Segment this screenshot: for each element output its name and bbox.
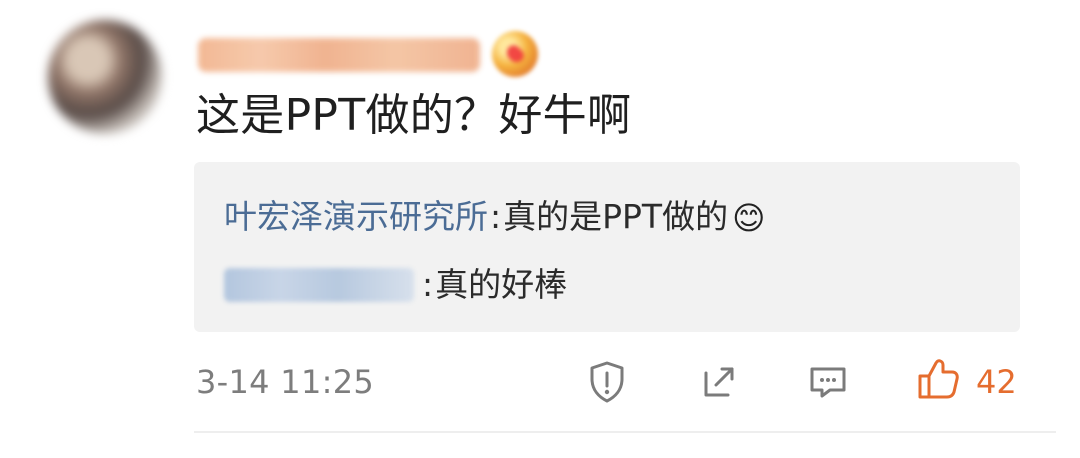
reply-author-link[interactable]: 叶宏泽演示研究所 xyxy=(224,197,488,236)
bottom-divider xyxy=(194,431,1056,433)
reply-line-1: 叶宏泽演示研究所:真的是PPT做的 😊 xyxy=(224,196,765,238)
like-count: 42 xyxy=(976,363,1017,401)
reply-box: 叶宏泽演示研究所:真的是PPT做的 😊 :真的好棒 xyxy=(194,162,1020,332)
comment-text: 这是PPT做的？好牛啊 xyxy=(196,90,632,141)
timestamp: 3-14 11:25 xyxy=(196,363,375,401)
reply-text: 真的是PPT做的 xyxy=(503,197,729,236)
reply-separator: : xyxy=(490,197,502,236)
share-icon[interactable] xyxy=(696,359,742,405)
username-redacted[interactable] xyxy=(198,38,480,72)
reply-line-2: :真的好棒 xyxy=(224,264,567,306)
reply-separator: : xyxy=(422,265,434,304)
thumbs-up-icon[interactable] xyxy=(912,355,962,405)
avatar[interactable] xyxy=(48,20,162,134)
vip-badge xyxy=(492,31,538,77)
reply-author-redacted[interactable] xyxy=(224,267,414,302)
reply-text: 真的好棒 xyxy=(435,265,568,304)
comment-icon[interactable] xyxy=(805,359,851,405)
shield-icon[interactable] xyxy=(584,359,630,405)
emoji-icon: 😊 xyxy=(732,199,766,237)
